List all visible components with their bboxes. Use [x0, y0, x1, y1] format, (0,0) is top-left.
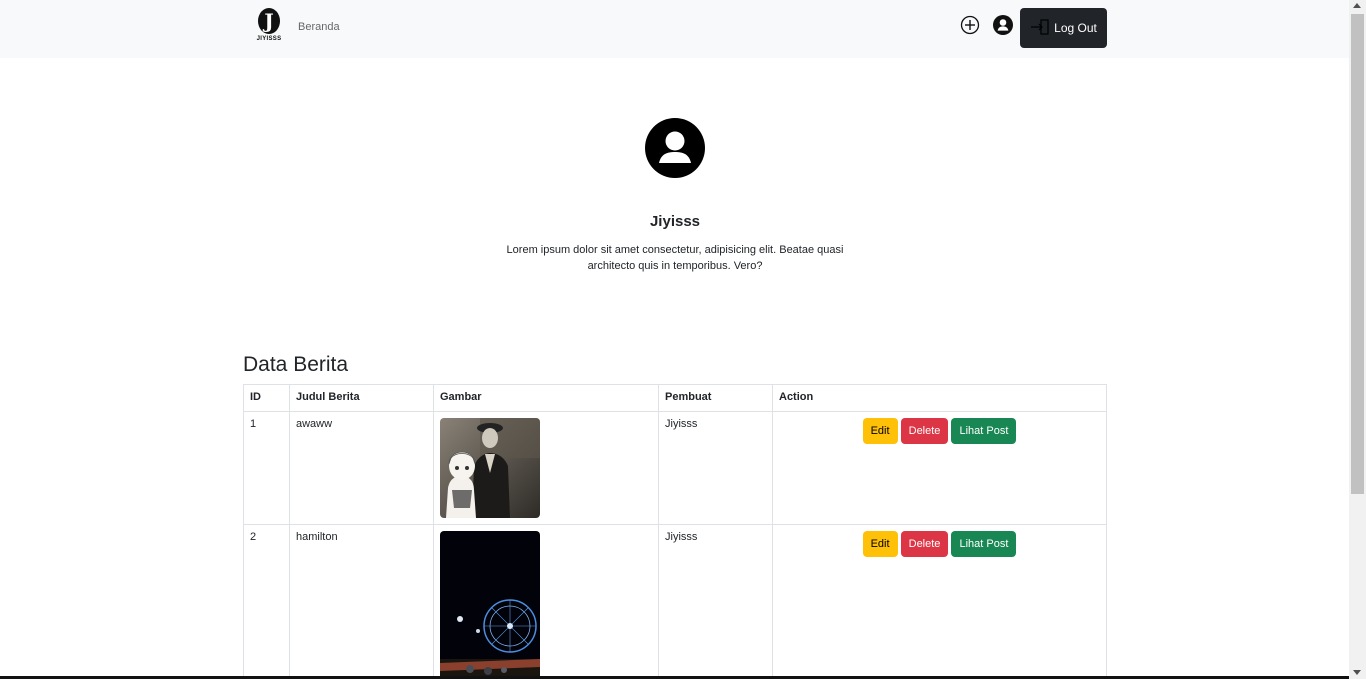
profile-name: Jiyisss: [649, 213, 701, 230]
cell-id: 1: [243, 411, 290, 525]
logout-icon: [1030, 18, 1050, 38]
delete-button[interactable]: Delete: [900, 531, 949, 557]
cell-gambar: [433, 524, 659, 679]
brand-text: JIYISSS: [256, 36, 282, 42]
news-table: ID Judul Berita Gambar Pembuat Action 1 …: [243, 384, 1107, 679]
edit-button[interactable]: Edit: [862, 531, 898, 557]
header-gambar: Gambar: [433, 384, 659, 412]
navbar: J JIYISSS Beranda Log Out: [0, 0, 1349, 58]
cell-judul: awaww: [289, 411, 434, 525]
cell-pembuat: Jiyisss: [658, 524, 773, 679]
edit-button[interactable]: Edit: [862, 418, 898, 444]
cell-pembuat: Jiyisss: [658, 411, 773, 525]
plus-circle-icon[interactable]: [960, 15, 980, 35]
delete-button[interactable]: Delete: [900, 418, 949, 444]
table-header-row: ID Judul Berita Gambar Pembuat Action: [243, 384, 1107, 412]
user-circle-icon[interactable]: [993, 15, 1013, 35]
news-thumbnail: [440, 531, 540, 679]
view-post-button[interactable]: Lihat Post: [951, 418, 1017, 444]
cell-gambar: [433, 411, 659, 525]
page-scrollbar[interactable]: [1349, 0, 1366, 679]
scroll-up-arrow-icon[interactable]: [1353, 3, 1361, 8]
logout-label: Log Out: [1054, 21, 1097, 35]
cell-id: 2: [243, 524, 290, 679]
scroll-down-arrow-icon[interactable]: [1353, 670, 1361, 675]
cell-action: Edit Delete Lihat Post: [772, 524, 1107, 679]
section-title: Data Berita: [243, 353, 349, 376]
view-post-button[interactable]: Lihat Post: [951, 531, 1017, 557]
profile-description: Lorem ipsum dolor sit amet consectetur, …: [506, 244, 844, 272]
header-judul: Judul Berita: [289, 384, 434, 412]
table-row: 1 awaww Jiyisss Edit Delete Lihat Post: [243, 411, 1107, 525]
table-row: 2 hamilton Jiyisss Edit Delete Lihat Pos…: [243, 524, 1107, 679]
nav-link-beranda[interactable]: Beranda: [298, 21, 340, 33]
cell-judul: hamilton: [289, 524, 434, 679]
brand-logo[interactable]: J JIYISSS: [256, 8, 282, 48]
header-id: ID: [243, 384, 290, 412]
profile-avatar-icon: [645, 118, 705, 178]
brand-letter: J: [258, 8, 280, 34]
scroll-thumb[interactable]: [1351, 14, 1364, 494]
cell-action: Edit Delete Lihat Post: [772, 411, 1107, 525]
logout-button[interactable]: Log Out: [1020, 8, 1107, 48]
header-action: Action: [772, 384, 1107, 412]
header-pembuat: Pembuat: [658, 384, 773, 412]
news-thumbnail: [440, 418, 540, 518]
